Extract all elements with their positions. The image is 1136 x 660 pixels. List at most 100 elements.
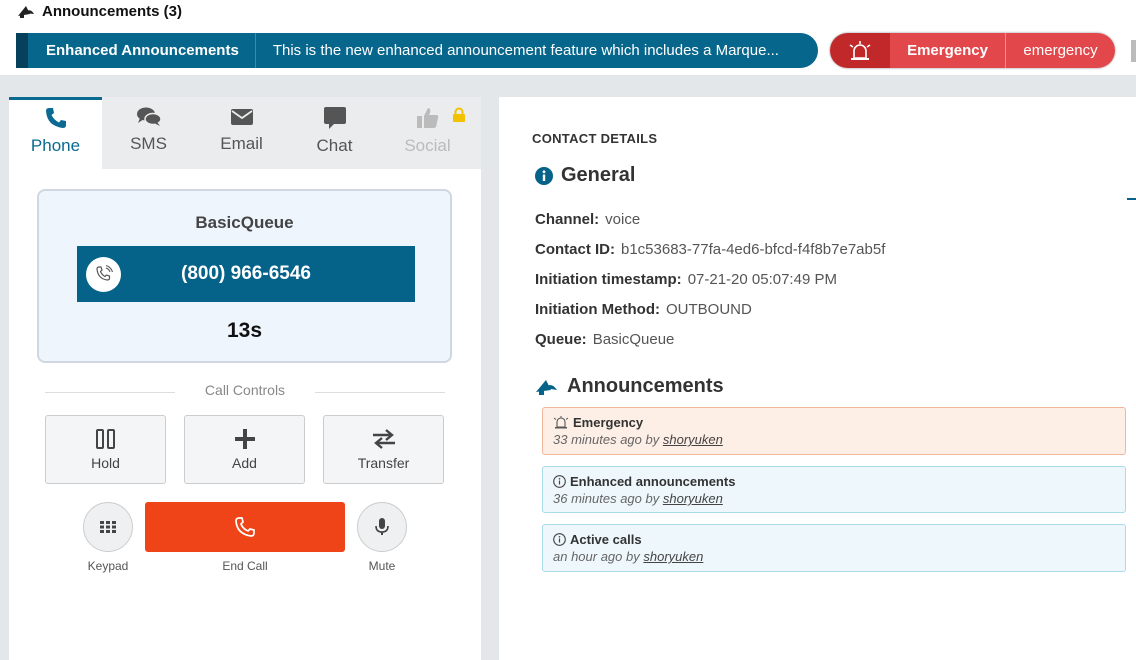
announcement-time: an hour ago by [553, 549, 640, 564]
tab-label: Social [404, 136, 451, 155]
field-channel: Channel: voice [535, 211, 640, 228]
mute-button[interactable] [357, 502, 407, 552]
field-initiation-timestamp: Initiation timestamp: 07-21-20 05:07:49 P… [535, 271, 837, 288]
tab-sms[interactable]: SMS [102, 97, 195, 169]
announcements-section-title: Announcements [535, 375, 724, 398]
field-label: Channel: [535, 211, 600, 228]
tab-label: Email [220, 134, 263, 153]
call-timer: 13s [226, 319, 263, 342]
general-title: General [561, 164, 636, 186]
field-queue: Queue: BasicQueue [535, 331, 674, 348]
lock-icon [453, 107, 465, 122]
active-call-card: BasicQueue (800) 966-6546 13s [37, 189, 452, 363]
tab-label: SMS [130, 134, 167, 153]
call-number-bar: (800) 966-6546 [77, 246, 415, 302]
phone-icon [45, 108, 66, 128]
general-section-title: General [535, 164, 635, 187]
field-value: b1c53683-77fa-4ed6-bfcd-f4f8b7e7ab5f [621, 241, 886, 258]
plus-icon [234, 428, 255, 449]
info-circle-icon [553, 533, 566, 546]
announcement-user-link[interactable]: shoryuken [663, 432, 723, 447]
transfer-label: Transfer [357, 454, 410, 471]
announcements-header[interactable]: Announcements (3) [16, 3, 182, 20]
keypad-label: Keypad [87, 559, 129, 573]
field-contact-id: Contact ID: b1c53683-77fa-4ed6-bfcd-f4f8b… [535, 241, 885, 258]
field-value: 07-21-20 05:07:49 PM [687, 271, 837, 288]
announcement-meta: 36 minutes ago by shoryuken [553, 491, 1125, 506]
add-label: Add [232, 454, 257, 471]
field-label: Contact ID: [535, 241, 615, 258]
announcement-title: Enhanced announcements [553, 474, 1125, 489]
announcement-bar: Announcements (3) Enhanced Announcements… [0, 0, 1136, 75]
emergency-text: emergency [1006, 33, 1115, 68]
field-value: BasicQueue [592, 331, 675, 348]
field-value: voice [605, 211, 641, 228]
add-button[interactable]: Add [184, 415, 305, 484]
field-initiation-method: Initiation Method: OUTBOUND [535, 301, 752, 318]
tab-chat[interactable]: Chat [288, 97, 381, 169]
info-circle-icon [553, 475, 566, 488]
announcement-title: Emergency [553, 415, 1125, 430]
queue-name: BasicQueue [195, 213, 294, 232]
announcement-card-enhanced[interactable]: Enhanced announcements 36 minutes ago by… [542, 466, 1126, 513]
announcement-title-text: Enhanced announcements [570, 474, 736, 489]
tab-email[interactable]: Email [195, 97, 288, 169]
announcement-card-active-calls[interactable]: Active calls an hour ago by shoryuken [542, 524, 1126, 572]
transfer-icon [372, 428, 395, 449]
keypad-button[interactable] [83, 502, 133, 552]
announcement-user-link[interactable]: shoryuken [663, 491, 723, 506]
announcement-title-text: Emergency [573, 415, 644, 430]
pause-icon [95, 428, 115, 449]
tab-social[interactable]: Social [381, 97, 474, 169]
announcement-time: 33 minutes ago by [553, 432, 660, 447]
softphone-panel: Phone SMS Email Chat Social BasicQueue (… [9, 97, 481, 660]
contact-details-heading: CONTACT DETAILS [532, 131, 658, 146]
divider-right [315, 392, 445, 393]
emergency-name: Emergency [890, 33, 1006, 68]
megaphone-icon [18, 5, 34, 18]
marquee-edge [16, 33, 28, 68]
announcement-meta: an hour ago by shoryuken [553, 549, 1125, 564]
hold-label: Hold [91, 454, 120, 471]
contact-details-panel: CONTACT DETAILS General Channel: voice Co… [499, 97, 1136, 660]
marquee-name: Enhanced Announcements [28, 33, 256, 68]
phone-ringing-icon [86, 256, 121, 292]
tab-indicator [1127, 198, 1136, 200]
mute-label: Mute [368, 559, 396, 573]
transfer-button[interactable]: Transfer [323, 415, 444, 484]
announcement-card-emergency[interactable]: Emergency 33 minutes ago by shoryuken [542, 407, 1126, 455]
info-circle-icon [535, 166, 553, 185]
field-label: Initiation Method: [535, 301, 660, 318]
field-label: Initiation timestamp: [535, 271, 682, 288]
megaphone-icon [536, 379, 557, 395]
next-announcement-edge [1131, 40, 1136, 62]
field-value: OUTBOUND [665, 301, 752, 318]
announcement-user-link[interactable]: shoryuken [643, 549, 703, 564]
tab-label: Phone [30, 136, 81, 155]
field-label: Queue: [535, 331, 587, 348]
microphone-icon [375, 518, 389, 535]
hold-button[interactable]: Hold [45, 415, 166, 484]
phone-number: (800) 966-6546 [181, 263, 311, 284]
tab-label: Chat [316, 136, 353, 155]
marquee-announcement[interactable]: Enhanced Announcements This is the new e… [16, 33, 818, 68]
chat-bubbles-icon [136, 107, 162, 126]
announcements-section-label: Announcements [567, 375, 724, 397]
thumbs-up-icon [416, 108, 438, 128]
phone-hangup-icon [235, 517, 255, 537]
keypad-icon [100, 521, 116, 533]
siren-icon [553, 416, 569, 429]
siren-icon [830, 33, 890, 68]
emergency-announcement[interactable]: Emergency emergency [830, 33, 1115, 68]
channel-tabs: Phone SMS Email Chat Social [9, 97, 481, 169]
announcement-title: Active calls [553, 532, 1125, 547]
end-call-button[interactable] [145, 502, 345, 552]
announcement-title-text: Active calls [570, 532, 642, 547]
tab-phone[interactable]: Phone [9, 97, 102, 169]
envelope-icon [230, 109, 253, 125]
marquee-text: This is the new enhanced announcement fe… [272, 42, 779, 59]
chat-icon [323, 107, 346, 129]
announcement-meta: 33 minutes ago by shoryuken [553, 432, 1125, 447]
announcement-time: 36 minutes ago by [553, 491, 660, 506]
call-controls-label: Call Controls [204, 382, 286, 398]
